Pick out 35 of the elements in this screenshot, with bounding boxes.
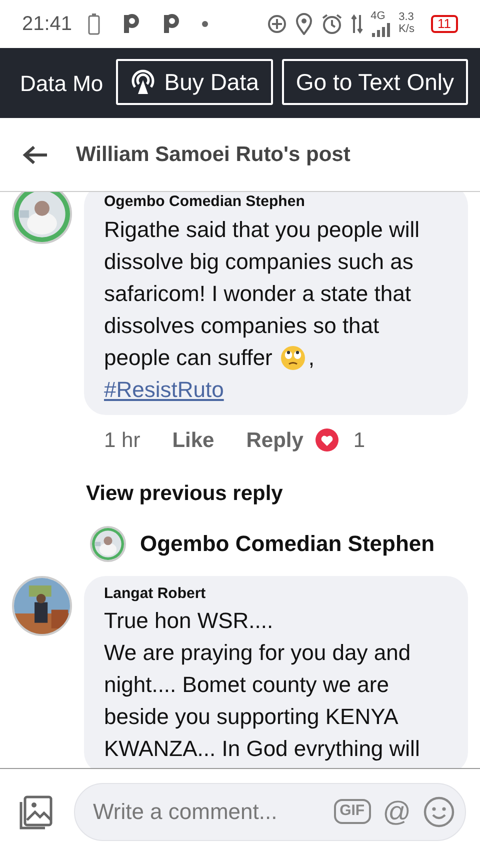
comment-author[interactable]: Ogembo Comedian Stephen bbox=[104, 192, 450, 214]
data-transfer-icon bbox=[350, 12, 363, 35]
battery-level: 11 bbox=[430, 14, 458, 34]
data-mode-label: Data Mo bbox=[20, 70, 104, 98]
comment-text: True hon WSR.... We are praying for you day and night.... Bomet county we are beside you supporting KENYA KWANZA... In God evrything will bbox=[104, 607, 421, 763]
data-bar-button[interactable]: Go to Text Only bbox=[282, 59, 468, 105]
data-bar-button[interactable]: Buy Data bbox=[116, 59, 273, 105]
comment-punctuation: , bbox=[308, 344, 315, 372]
comment-author[interactable]: Langat Robert bbox=[104, 582, 450, 605]
hashtag-link[interactable]: #ResistRuto bbox=[104, 374, 224, 406]
status-time: 21:41 bbox=[22, 12, 72, 37]
comment-time: 1 hr bbox=[104, 428, 140, 454]
heart-reaction-icon bbox=[315, 428, 340, 452]
post-title: William Samoei Ruto's post bbox=[76, 142, 350, 168]
back-arrow-icon[interactable] bbox=[22, 144, 48, 164]
photo-icon[interactable] bbox=[18, 794, 54, 830]
like-link[interactable]: Like bbox=[172, 424, 214, 456]
add-circle-icon bbox=[266, 14, 287, 34]
location-pin-icon bbox=[294, 12, 313, 35]
p-app-icon bbox=[122, 13, 140, 35]
alarm-clock-icon bbox=[320, 12, 343, 35]
p-app-icon bbox=[162, 13, 180, 35]
reply-link[interactable]: Reply bbox=[246, 424, 304, 456]
comment-text: people can suffer bbox=[104, 344, 272, 372]
emoji-icon[interactable] bbox=[423, 796, 455, 828]
dot-icon bbox=[202, 21, 208, 27]
battery-saver-icon bbox=[88, 13, 100, 35]
view-previous-reply-link[interactable]: View previous reply bbox=[0, 478, 480, 510]
reaction-count: 1 bbox=[353, 428, 366, 454]
broadcast-icon bbox=[130, 68, 156, 96]
speed-unit: K/s bbox=[398, 24, 414, 36]
network-type: 4G bbox=[370, 11, 386, 23]
signal-icon bbox=[370, 22, 391, 37]
speed-value: 3.3 bbox=[398, 12, 414, 24]
reply-author[interactable]: Ogembo Comedian Stephen bbox=[140, 527, 435, 560]
